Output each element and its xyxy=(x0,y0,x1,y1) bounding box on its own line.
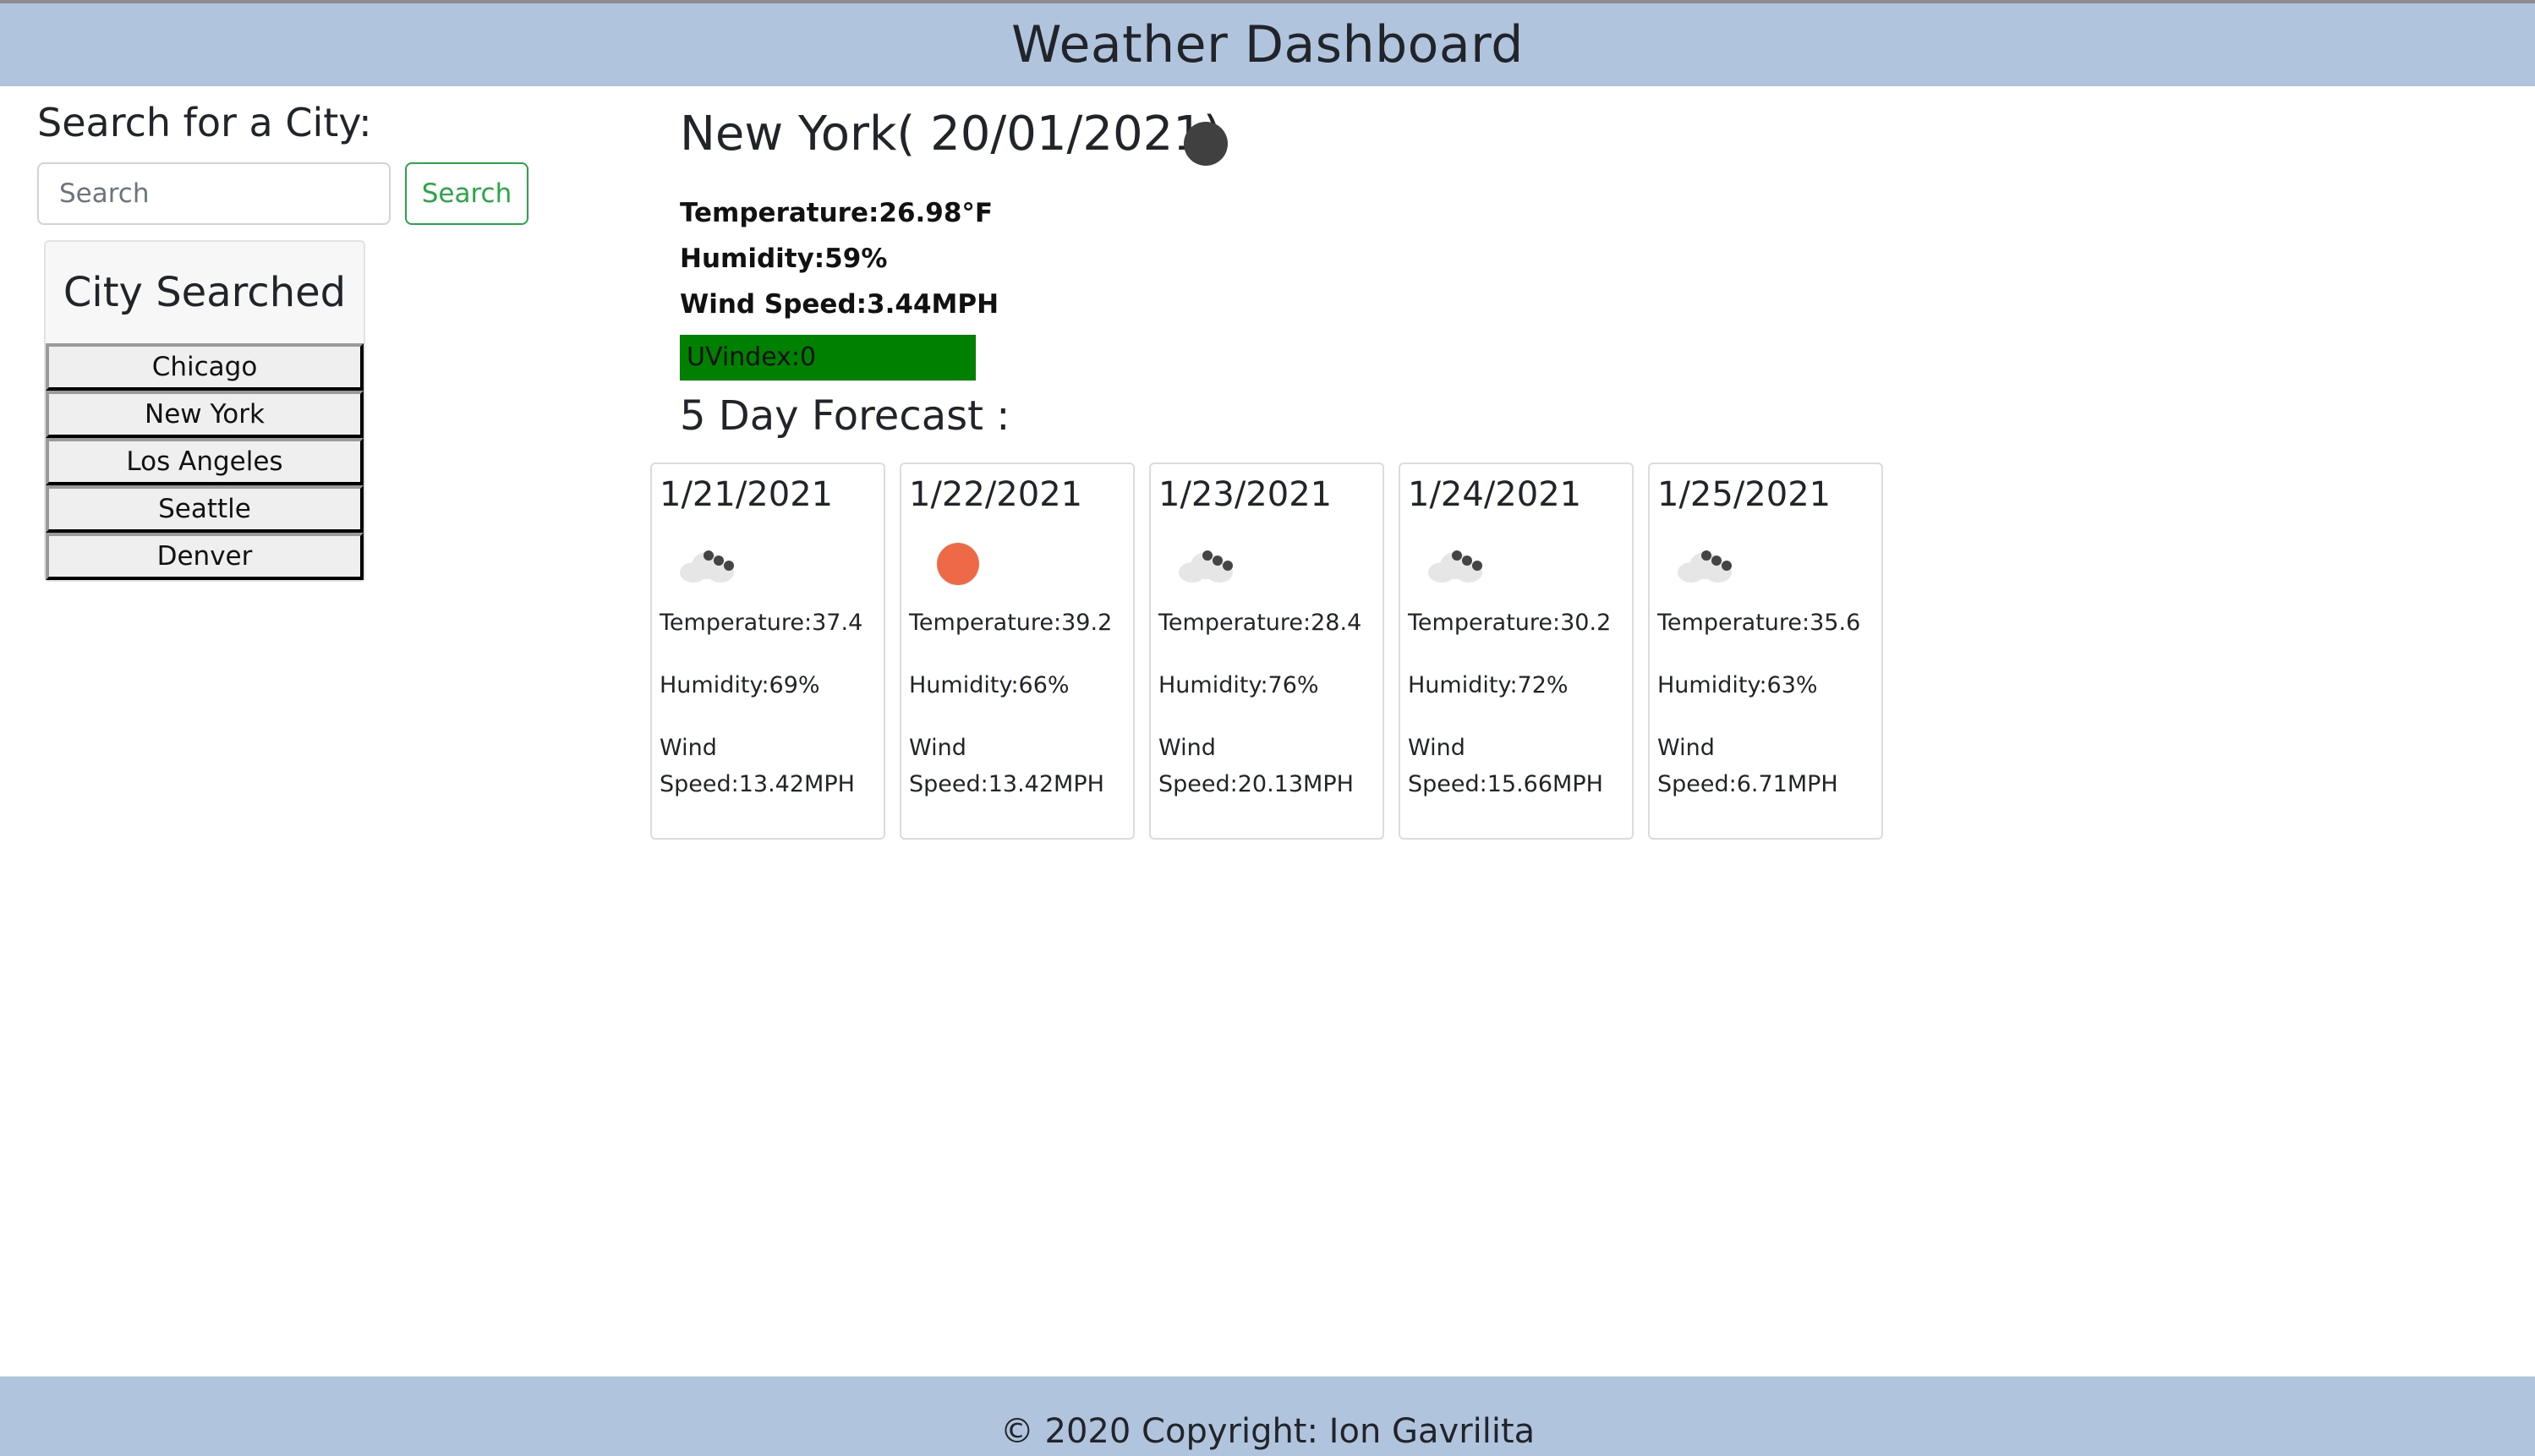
forecast-temperature: Temperature:37.4 xyxy=(660,610,863,636)
forecast-temperature: Temperature:30.2 xyxy=(1408,610,1612,636)
cloud-snow-icon xyxy=(668,523,749,605)
search-button[interactable]: Search xyxy=(405,162,528,225)
history-city-button[interactable]: Los Angeles xyxy=(46,438,364,485)
forecast-card: 1/21/2021 Temperature:37.4 Humidity:69% … xyxy=(650,463,885,840)
forecast-date: 1/24/2021 xyxy=(1408,475,1582,514)
forecast-humidity: Humidity:72% xyxy=(1408,672,1569,698)
forecast-wind-speed: Wind Speed:15.66MPH xyxy=(1408,735,1603,797)
forecast-date: 1/25/2021 xyxy=(1657,475,1831,514)
uv-index-badge: UVindex:0 xyxy=(680,335,976,380)
forecast-humidity: Humidity:76% xyxy=(1158,672,1319,698)
forecast-date: 1/23/2021 xyxy=(1158,475,1333,514)
forecast-wind-speed: Wind Speed:6.71MPH xyxy=(1657,735,1838,797)
search-history-title: City Searched xyxy=(63,269,347,316)
search-history-panel: City Searched Chicago New York Los Angel… xyxy=(44,240,365,582)
history-city-button[interactable]: Denver xyxy=(46,533,364,580)
dark-circle-icon xyxy=(1184,122,1228,166)
city-search-input[interactable] xyxy=(37,162,391,225)
search-heading: Search for a City: xyxy=(37,100,372,145)
history-city-button[interactable]: New York xyxy=(46,391,364,438)
forecast-card: 1/22/2021 Temperature:39.2 Humidity:66% … xyxy=(900,463,1135,840)
forecast-card: 1/24/2021 Temperature:30.2 Humidity:72% … xyxy=(1399,463,1634,840)
forecast-humidity: Humidity:69% xyxy=(660,672,820,698)
current-wind-speed: Wind Speed:3.44MPH xyxy=(680,289,999,320)
cloud-snow-icon xyxy=(1666,523,1747,605)
current-humidity: Humidity:59% xyxy=(680,244,888,274)
page-footer: © 2020 Copyright: Ion Gavrilita xyxy=(0,1377,2535,1456)
search-history-list: Chicago New York Los Angeles Seattle Den… xyxy=(46,343,364,580)
forecast-cards: 1/21/2021 Temperature:37.4 Humidity:69% … xyxy=(650,463,1883,840)
forecast-date: 1/22/2021 xyxy=(909,475,1083,514)
forecast-heading: 5 Day Forecast : xyxy=(680,392,1010,440)
forecast-temperature: Temperature:28.4 xyxy=(1158,610,1362,636)
forecast-date: 1/21/2021 xyxy=(660,475,834,514)
sun-icon xyxy=(917,523,999,605)
forecast-wind-speed: Wind Speed:20.13MPH xyxy=(1158,735,1354,797)
history-city-button[interactable]: Chicago xyxy=(46,343,364,391)
current-city-title: New York( 20/01/2021) xyxy=(680,107,1222,161)
history-city-button[interactable]: Seattle xyxy=(46,485,364,533)
page-header: Weather Dashboard xyxy=(0,3,2535,86)
current-temperature: Temperature:26.98°F xyxy=(680,198,994,228)
cloud-snow-icon xyxy=(1416,523,1497,605)
forecast-humidity: Humidity:63% xyxy=(1657,672,1818,698)
forecast-humidity: Humidity:66% xyxy=(909,672,1070,698)
forecast-card: 1/23/2021 Temperature:28.4 Humidity:76% … xyxy=(1149,463,1384,840)
page-title: Weather Dashboard xyxy=(1011,15,1524,74)
forecast-card: 1/25/2021 Temperature:35.6 Humidity:63% … xyxy=(1648,463,1883,840)
copyright-text: © 2020 Copyright: Ion Gavrilita xyxy=(999,1412,1536,1451)
forecast-temperature: Temperature:35.6 xyxy=(1657,610,1861,636)
forecast-wind-speed: Wind Speed:13.42MPH xyxy=(909,735,1104,797)
forecast-wind-speed: Wind Speed:13.42MPH xyxy=(660,735,855,797)
forecast-temperature: Temperature:39.2 xyxy=(909,610,1113,636)
cloud-snow-icon xyxy=(1167,523,1248,605)
